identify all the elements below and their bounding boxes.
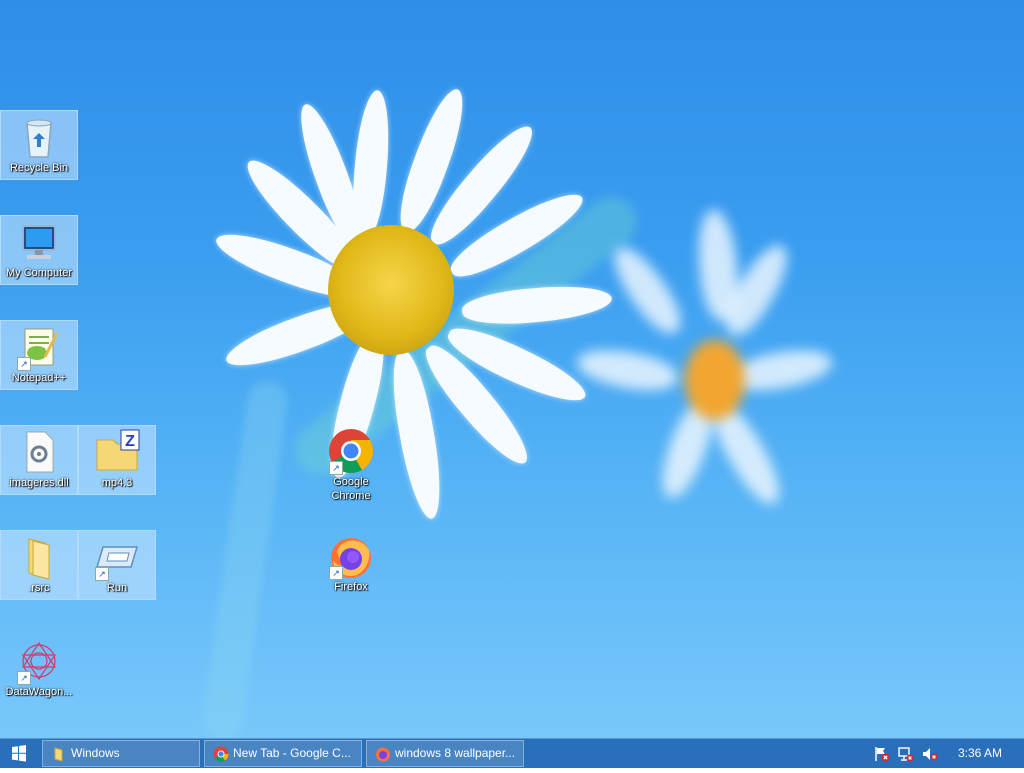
taskbar-button-explorer[interactable]: Windows (42, 740, 200, 767)
taskbar-button-firefox[interactable]: windows 8 wallpaper... (366, 740, 524, 767)
datawagon-icon: ↗ (15, 637, 63, 685)
network-icon[interactable] (898, 746, 914, 762)
run-icon: ↗ (93, 533, 141, 581)
folder-icon (15, 533, 63, 581)
shortcut-arrow-icon: ↗ (329, 461, 343, 475)
desktop-icon-mp4-3[interactable]: Z mp4.3 (78, 425, 156, 495)
action-center-flag-icon[interactable] (874, 746, 890, 762)
shortcut-arrow-icon: ↗ (17, 671, 31, 685)
desktop-icon-label: mp4.3 (101, 477, 133, 489)
desktop-icon-google-chrome[interactable]: ↗ Google Chrome (312, 425, 390, 515)
windows-logo-icon (12, 745, 26, 762)
folder-icon (51, 746, 67, 762)
desktop[interactable]: Recycle Bin My Computer ↗ Notepad++ imag… (0, 0, 1024, 738)
desktop-icon-run[interactable]: ↗ Run (78, 530, 156, 600)
taskbar-button-label: New Tab - Google C... (233, 746, 351, 760)
chrome-icon: ↗ (327, 427, 375, 475)
desktop-icon-label: DataWagon... (5, 686, 73, 698)
taskbar-button-chrome[interactable]: New Tab - Google C... (204, 740, 362, 767)
svg-text:Z: Z (125, 433, 135, 450)
taskbar-button-label: windows 8 wallpaper... (395, 746, 516, 760)
desktop-icon-firefox[interactable]: ↗ Firefox (312, 530, 390, 610)
volume-muted-icon[interactable] (922, 746, 938, 762)
taskbar: Windows New Tab - Google C... windows 8 … (0, 738, 1024, 768)
desktop-icon-datawagon[interactable]: ↗ DataWagon... (0, 635, 78, 715)
taskbar-button-label: Windows (71, 746, 120, 760)
wallpaper-blurred-flower (574, 208, 850, 530)
chrome-icon (213, 746, 229, 762)
notepad-plus-plus-icon: ↗ (15, 323, 63, 371)
desktop-icon-recycle-bin[interactable]: Recycle Bin (0, 110, 78, 180)
computer-icon (15, 218, 63, 266)
shortcut-arrow-icon: ↗ (95, 567, 109, 581)
shortcut-arrow-icon: ↗ (17, 357, 31, 371)
firefox-icon: ↗ (327, 532, 375, 580)
desktop-icon-notepad-plus-plus[interactable]: ↗ Notepad++ (0, 320, 78, 390)
desktop-icon-label: Firefox (334, 581, 368, 593)
desktop-icon-label: Run (106, 582, 128, 594)
wallpaper-daisy (210, 80, 614, 540)
recycle-bin-icon (15, 113, 63, 161)
dll-file-icon (15, 428, 63, 476)
desktop-icon-my-computer[interactable]: My Computer (0, 215, 78, 285)
desktop-icon-label: .rsrc (28, 582, 50, 594)
desktop-icon-imageres-dll[interactable]: imageres.dll (0, 425, 78, 495)
desktop-icon-label: Notepad++ (11, 372, 67, 384)
zip-folder-icon: Z (93, 428, 141, 476)
desktop-icon-label: My Computer (5, 267, 73, 279)
taskbar-clock[interactable]: 3:36 AM (958, 739, 1002, 768)
start-button[interactable] (0, 739, 38, 768)
desktop-icon-rsrc[interactable]: .rsrc (0, 530, 78, 600)
desktop-icon-label: Recycle Bin (9, 162, 69, 174)
shortcut-arrow-icon: ↗ (329, 566, 343, 580)
firefox-icon (375, 746, 391, 762)
desktop-icon-label: Google Chrome (331, 476, 371, 502)
desktop-icon-label: imageres.dll (9, 477, 69, 489)
